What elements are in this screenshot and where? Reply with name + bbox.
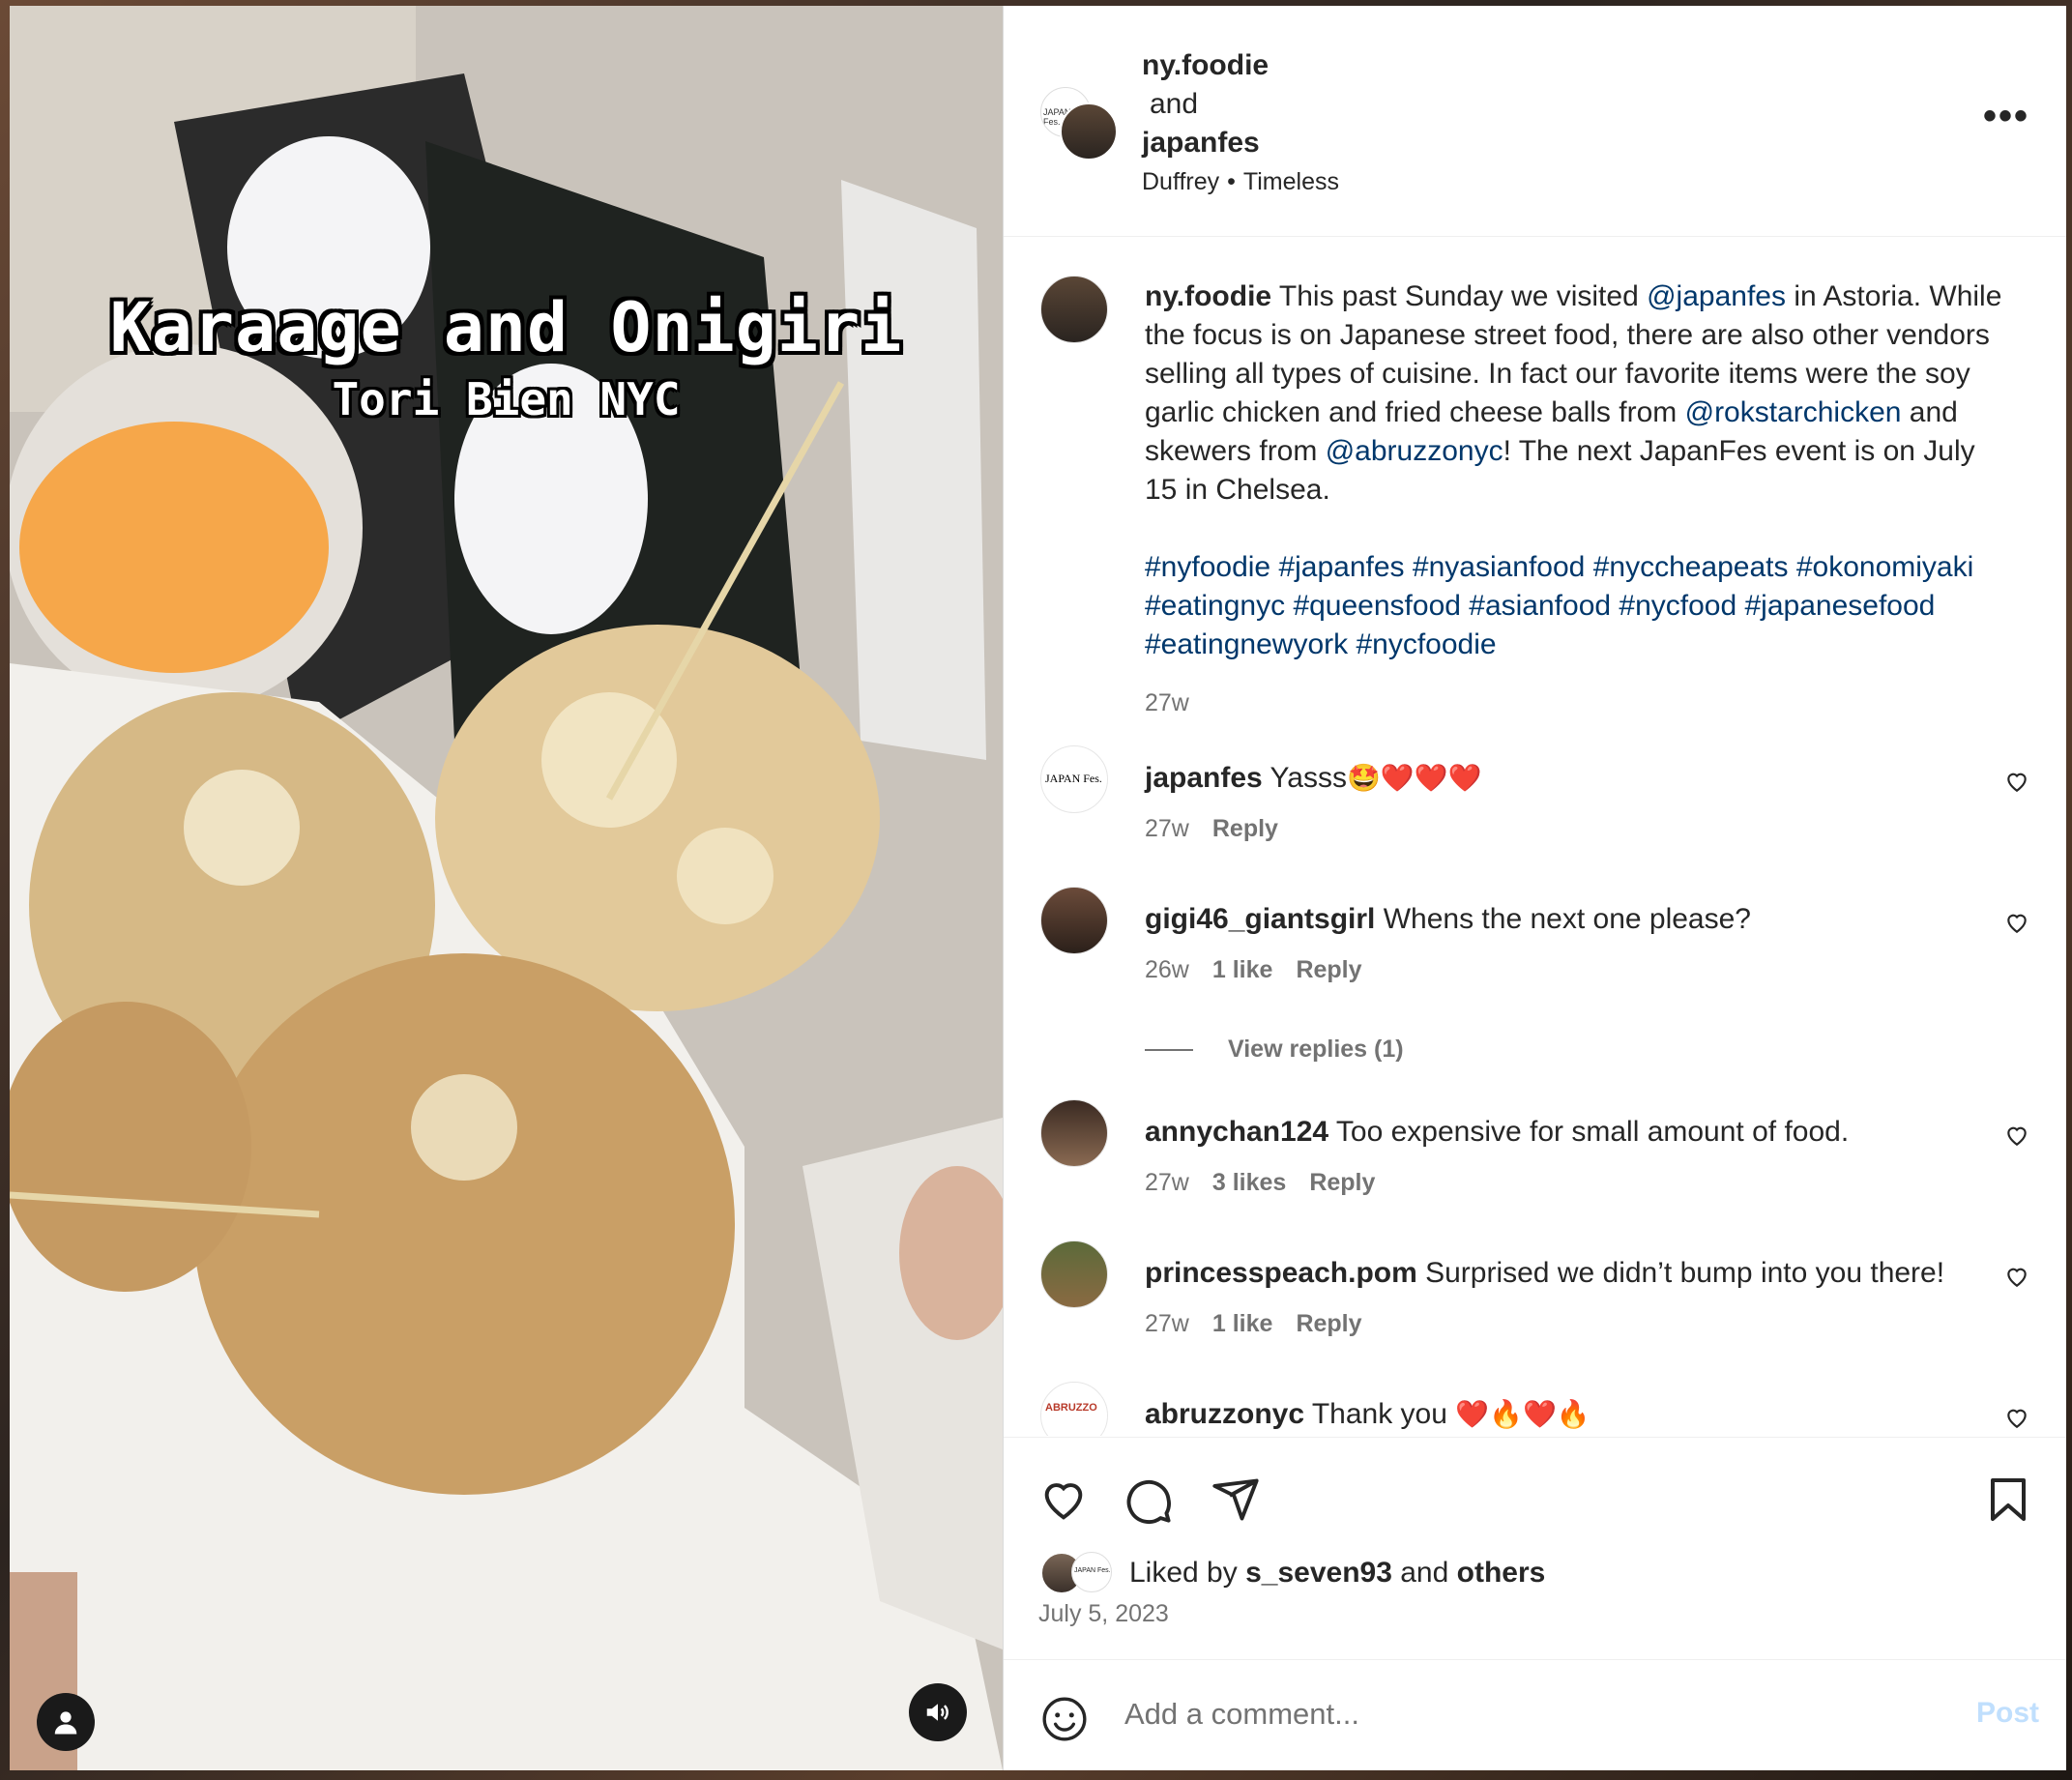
save-bookmark-icon[interactable] xyxy=(1985,1474,2031,1525)
comment-username[interactable]: princesspeach.pom xyxy=(1145,1257,1417,1289)
commenter-avatar[interactable]: ABRUZZO xyxy=(1040,1382,1108,1436)
nyfoodie-avatar xyxy=(1060,102,1118,160)
author-nyfoodie[interactable]: ny.foodie xyxy=(1142,46,1269,85)
author-japanfes[interactable]: japanfes xyxy=(1142,124,1269,162)
authors-and: and xyxy=(1150,88,1199,120)
audio-separator: • xyxy=(1227,168,1236,195)
comment-body: Yasss xyxy=(1262,762,1347,794)
liked-by-others[interactable]: others xyxy=(1457,1557,1546,1590)
comment-username[interactable]: gigi46_giantsgirl xyxy=(1145,903,1375,935)
emoji-picker-icon[interactable] xyxy=(1040,1695,1089,1743)
comment-likes[interactable]: 1 like xyxy=(1212,956,1273,983)
commenter-avatar[interactable] xyxy=(1040,1099,1108,1167)
caption-time: 27w xyxy=(1145,689,1189,716)
comment-icon[interactable] xyxy=(1124,1474,1174,1525)
commenter-avatar[interactable] xyxy=(1040,887,1108,954)
caption-username[interactable]: ny.foodie xyxy=(1145,280,1271,312)
caption-text-1: This past Sunday we visited xyxy=(1271,280,1648,312)
liked-by-prefix: Liked by xyxy=(1129,1557,1238,1589)
audio-title[interactable]: Timeless xyxy=(1243,168,1339,195)
reply-button[interactable]: Reply xyxy=(1212,815,1278,842)
comment-body: Too expensive for small amount of food. xyxy=(1328,1116,1850,1148)
comment-body: Whens the next one please? xyxy=(1375,903,1751,935)
comment-body: Surprised we didn’t bump into you there! xyxy=(1416,1257,1945,1289)
reply-button[interactable]: Reply xyxy=(1309,1169,1375,1196)
liked-by-user[interactable]: s_seven93 xyxy=(1245,1557,1392,1590)
comment-like-icon[interactable] xyxy=(2004,910,2029,935)
comment-emoji: 🤩❤️❤️❤️ xyxy=(1346,763,1482,793)
more-options-button[interactable]: ••• xyxy=(1983,97,2029,135)
comment-username[interactable]: annychan124 xyxy=(1145,1116,1328,1148)
view-replies-button[interactable]: View replies (1) xyxy=(1145,1036,1404,1064)
comment-meta: 27w Reply xyxy=(1145,815,1301,843)
mention-rokstarchicken[interactable]: @rokstarchicken xyxy=(1685,396,1902,428)
comment-likes[interactable]: 3 likes xyxy=(1212,1169,1286,1196)
liker-avatars: JAPAN Fes. xyxy=(1040,1552,1118,1594)
replies-divider xyxy=(1145,1049,1193,1052)
likes-summary: JAPAN Fes. Liked by s_seven93 and others xyxy=(1040,1552,1545,1594)
add-comment-bar: Add a comment... Post xyxy=(1004,1659,2066,1771)
liker-avatar[interactable]: JAPAN Fes. xyxy=(1071,1552,1112,1592)
comment-like-icon[interactable] xyxy=(2004,769,2029,794)
comment-username[interactable]: japanfes xyxy=(1145,762,1263,794)
caption-avatar[interactable] xyxy=(1040,276,1108,343)
post-header: JAPAN Fes. ny.foodie and japanfes Duffre… xyxy=(1004,6,2066,237)
comment-meta: 26w 1 like Reply xyxy=(1145,956,1386,984)
view-replies-label: View replies (1) xyxy=(1228,1036,1404,1063)
post-actions: JAPAN Fes. Liked by s_seven93 and others… xyxy=(1004,1437,2066,1660)
reply-button[interactable]: Reply xyxy=(1296,956,1361,983)
post-authors: ny.foodie and japanfes xyxy=(1142,46,1269,162)
user-icon xyxy=(54,1711,77,1735)
comment-time: 26w xyxy=(1145,956,1189,983)
comment-text: annychan124 Too expensive for small amou… xyxy=(1145,1113,1976,1152)
commenter-avatar[interactable]: JAPAN Fes. xyxy=(1040,745,1108,813)
post-date[interactable]: July 5, 2023 xyxy=(1038,1600,1169,1628)
comment-username[interactable]: abruzzonyc xyxy=(1145,1398,1304,1430)
reply-button[interactable]: Reply xyxy=(1296,1310,1361,1337)
comment-time: 27w xyxy=(1145,1310,1189,1337)
post-caption: ny.foodie This past Sunday we visited @j… xyxy=(1145,277,2015,722)
food-photo xyxy=(10,6,1003,1770)
comment-likes[interactable]: 1 like xyxy=(1212,1310,1273,1337)
comment-text: abruzzonyc Thank you ❤️🔥❤️🔥 xyxy=(1145,1395,1976,1434)
comment-time: 27w xyxy=(1145,1169,1189,1196)
comment-text: japanfes Yasss🤩❤️❤️❤️ xyxy=(1145,759,1976,798)
comment-emoji: ❤️🔥❤️🔥 xyxy=(1455,1399,1590,1429)
comment-meta: 27w 3 likes Reply xyxy=(1145,1169,1398,1197)
mention-japanfes[interactable]: @japanfes xyxy=(1647,280,1786,312)
comment-like-icon[interactable] xyxy=(2004,1123,2029,1148)
reel-video[interactable]: Karaage and Onigiri Tori Bien NYC xyxy=(10,6,1003,1770)
audio-artist[interactable]: Duffrey xyxy=(1142,168,1219,195)
video-title-overlay: Karaage and Onigiri xyxy=(109,288,903,367)
comment-text: princesspeach.pom Surprised we didn’t bu… xyxy=(1145,1254,1976,1293)
comment-input[interactable]: Add a comment... xyxy=(1124,1697,1359,1732)
like-icon[interactable] xyxy=(1038,1474,1089,1525)
mention-abruzzonyc[interactable]: @abruzzonyc xyxy=(1326,435,1503,467)
video-subtitle-overlay: Tori Bien NYC xyxy=(332,373,681,425)
audio-info[interactable]: Duffrey • Timeless xyxy=(1142,168,1339,196)
comment-body: Thank you xyxy=(1304,1398,1456,1430)
collab-avatars[interactable]: JAPAN Fes. xyxy=(1040,87,1118,164)
hashtags[interactable]: #nyfoodie #japanfes #nyasianfood #nycche… xyxy=(1145,548,2015,664)
audio-toggle-button[interactable] xyxy=(909,1683,967,1741)
commenter-avatar-text: JAPAN Fes. xyxy=(1045,772,1102,785)
comment-like-icon[interactable] xyxy=(2004,1405,2029,1430)
comment-meta: 27w 1 like Reply xyxy=(1145,1310,1386,1338)
speaker-icon xyxy=(926,1704,948,1721)
post-comment-button[interactable]: Post xyxy=(1976,1697,2039,1730)
liked-by-mid: and xyxy=(1391,1557,1457,1589)
commenter-avatar[interactable] xyxy=(1040,1240,1108,1308)
comment-time: 27w xyxy=(1145,815,1189,842)
comment-text: gigi46_giantsgirl Whens the next one ple… xyxy=(1145,900,1976,939)
liker-avatar-text: JAPAN Fes. xyxy=(1074,1567,1111,1574)
comments-list[interactable]: ny.foodie This past Sunday we visited @j… xyxy=(1004,237,2066,1436)
post-details-panel: JAPAN Fes. ny.foodie and japanfes Duffre… xyxy=(1003,6,2066,1770)
tagged-users-button[interactable] xyxy=(37,1693,95,1751)
share-icon[interactable] xyxy=(1211,1474,1261,1525)
comment-like-icon[interactable] xyxy=(2004,1264,2029,1289)
commenter-avatar-text: ABRUZZO xyxy=(1045,1402,1097,1414)
